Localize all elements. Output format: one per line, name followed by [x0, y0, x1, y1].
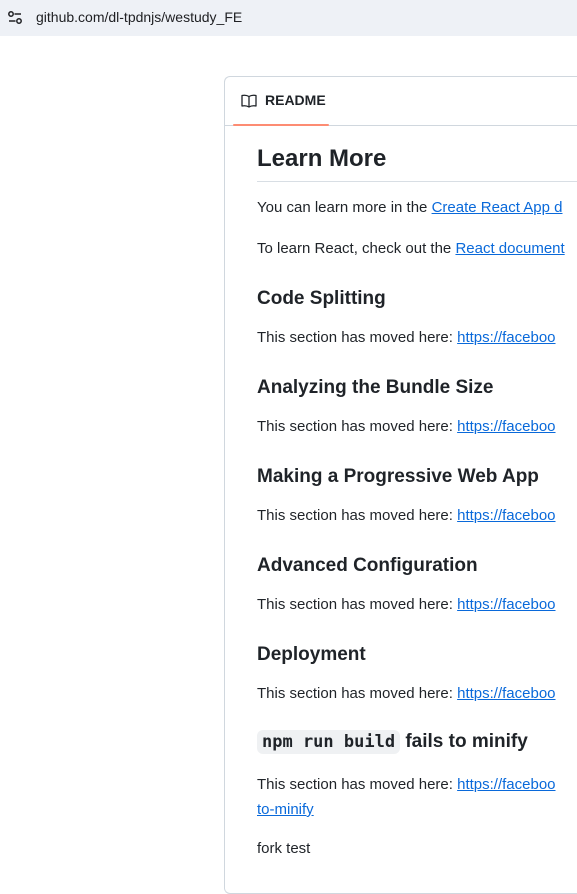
paragraph-analyzing-bundle-size: This section has moved here: https://fac… — [257, 418, 556, 435]
heading-npm-build-fails: npm run build fails to minify — [257, 730, 528, 754]
link-progressive-web-app[interactable]: https://faceboo — [457, 507, 555, 524]
paragraph-code-splitting: This section has moved here: https://fac… — [257, 329, 556, 346]
paragraph-advanced-configuration: This section has moved here: https://fac… — [257, 596, 556, 613]
heading-rest: fails to minify — [400, 731, 528, 752]
heading-advanced-configuration: Advanced Configuration — [257, 555, 478, 576]
paragraph-progressive-web-app: This section has moved here: https://fac… — [257, 507, 556, 524]
paragraph-intro-2: To learn React, check out the React docu… — [257, 240, 565, 257]
heading-learn-more: Learn More — [257, 145, 387, 172]
footer-text: fork test — [257, 840, 311, 857]
link-npm-build-fails[interactable]: https://faceboo — [457, 776, 555, 793]
heading-analyzing-bundle-size: Analyzing the Bundle Size — [257, 377, 494, 398]
site-settings-icon[interactable] — [6, 9, 24, 27]
paragraph-deployment: This section has moved here: https://fac… — [257, 685, 556, 702]
section-text: This section has moved here: — [257, 596, 458, 613]
inline-code: npm run build — [257, 730, 401, 754]
link-advanced-configuration[interactable]: https://faceboo — [457, 596, 555, 613]
address-bar[interactable]: github.com/dl-tpdnjs/westudy_FE — [0, 0, 577, 36]
heading-deployment: Deployment — [257, 644, 366, 665]
tab-readme-label: README — [265, 92, 326, 108]
section-text: This section has moved here: — [257, 507, 458, 524]
section-text: This section has moved here: — [257, 418, 458, 435]
intro2-text: To learn React, check out the — [257, 240, 456, 257]
section-text: This section has moved here: — [257, 329, 458, 346]
readme-header: README — [225, 77, 577, 126]
heading-progressive-web-app: Making a Progressive Web App — [257, 466, 539, 487]
intro1-text: You can learn more in the — [257, 199, 432, 216]
link-react-documentation[interactable]: React document — [455, 240, 564, 257]
paragraph-intro-1: You can learn more in the Create React A… — [257, 199, 562, 216]
book-icon — [241, 94, 257, 108]
page-content: README Learn More You can learn more in … — [0, 36, 577, 894]
heading-divider — [257, 181, 577, 182]
section-text: This section has moved here: — [257, 776, 458, 793]
heading-code-splitting: Code Splitting — [257, 288, 386, 309]
section-text: This section has moved here: — [257, 685, 458, 702]
link-code-splitting[interactable]: https://faceboo — [457, 329, 555, 346]
paragraph-npm-build-fails: This section has moved here: https://fac… — [257, 776, 556, 793]
readme-box: README Learn More You can learn more in … — [224, 76, 577, 894]
paragraph-npm-build-fails-cont: to-minify — [257, 801, 314, 818]
link-npm-build-fails-cont[interactable]: to-minify — [257, 801, 314, 818]
tab-active-underline — [233, 124, 329, 126]
tab-readme[interactable]: README — [233, 77, 329, 126]
link-analyzing-bundle-size[interactable]: https://faceboo — [457, 418, 555, 435]
url-text[interactable]: github.com/dl-tpdnjs/westudy_FE — [36, 9, 242, 25]
link-create-react-app[interactable]: Create React App d — [432, 199, 563, 216]
link-deployment[interactable]: https://faceboo — [457, 685, 555, 702]
